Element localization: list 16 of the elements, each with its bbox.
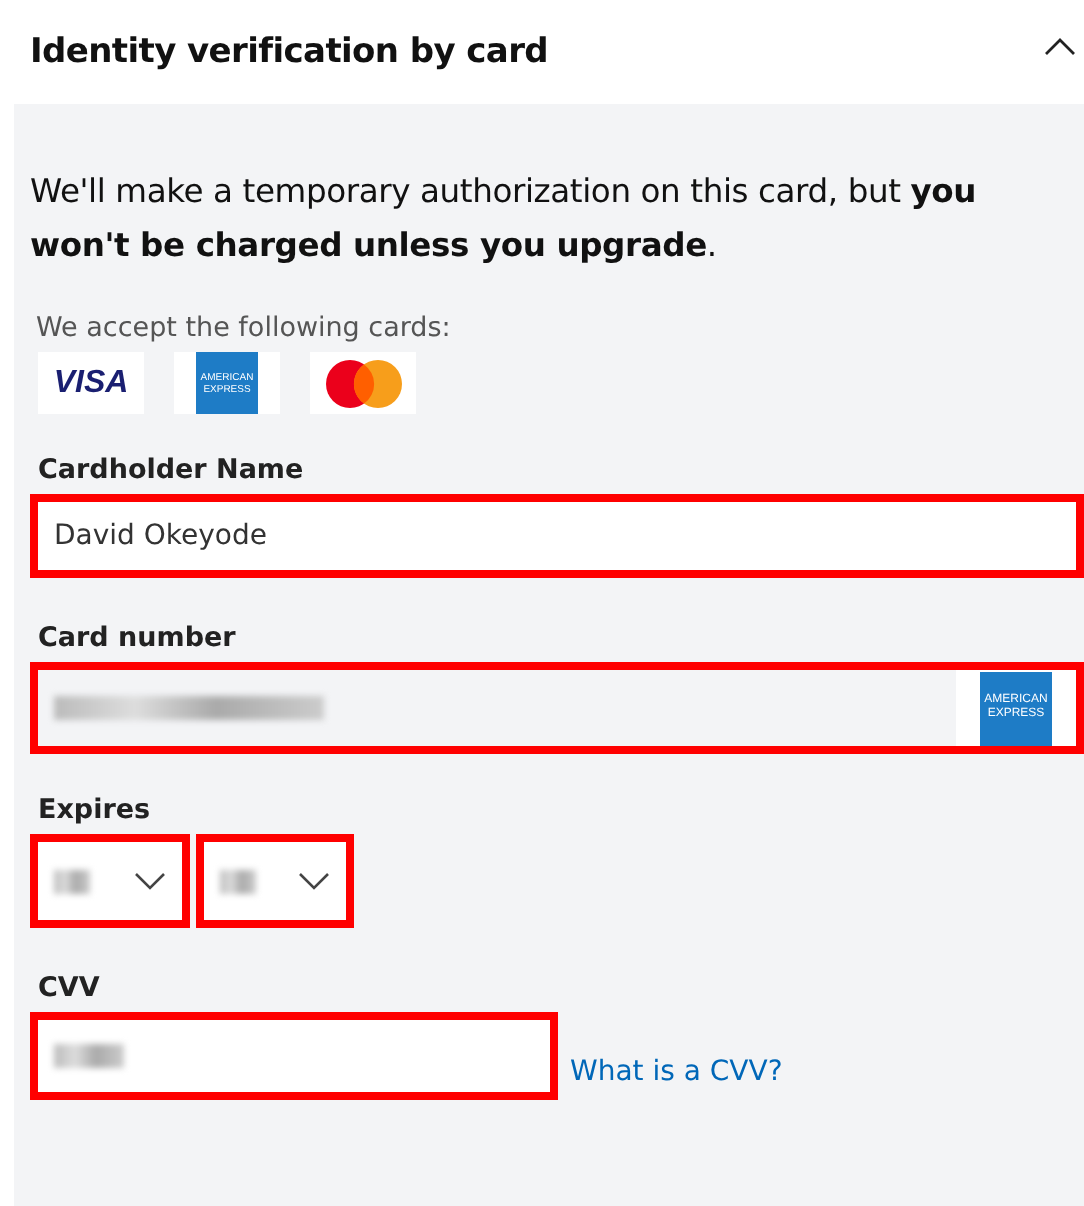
- field-label: Cardholder Name: [38, 454, 306, 486]
- accepted-cards-label: We accept the following cards:: [36, 312, 453, 344]
- expiry-dropdown[interactable]: [30, 834, 190, 928]
- field-label: Expires: [38, 794, 153, 826]
- dropdown-chevron-icon: [134, 872, 166, 890]
- notice-text: We'll make a temporary authorization on this card, but you won't be charged unless you upgrade.: [30, 170, 979, 268]
- collapse-chevron-icon[interactable]: [1044, 36, 1076, 56]
- section-title: Identity verification by card: [30, 32, 549, 72]
- cvv-help-link[interactable]: What is a CVV?: [570, 1056, 783, 1088]
- name-field[interactable]: David Okeyode: [30, 494, 1084, 578]
- field-label: CVV: [38, 972, 102, 1004]
- cvv-field[interactable]: [30, 1012, 558, 1100]
- visa-logo: VISA: [38, 352, 144, 414]
- expiry-dropdown[interactable]: [196, 834, 354, 928]
- dropdown-chevron-icon: [298, 872, 330, 890]
- field-label: Card number: [38, 622, 238, 654]
